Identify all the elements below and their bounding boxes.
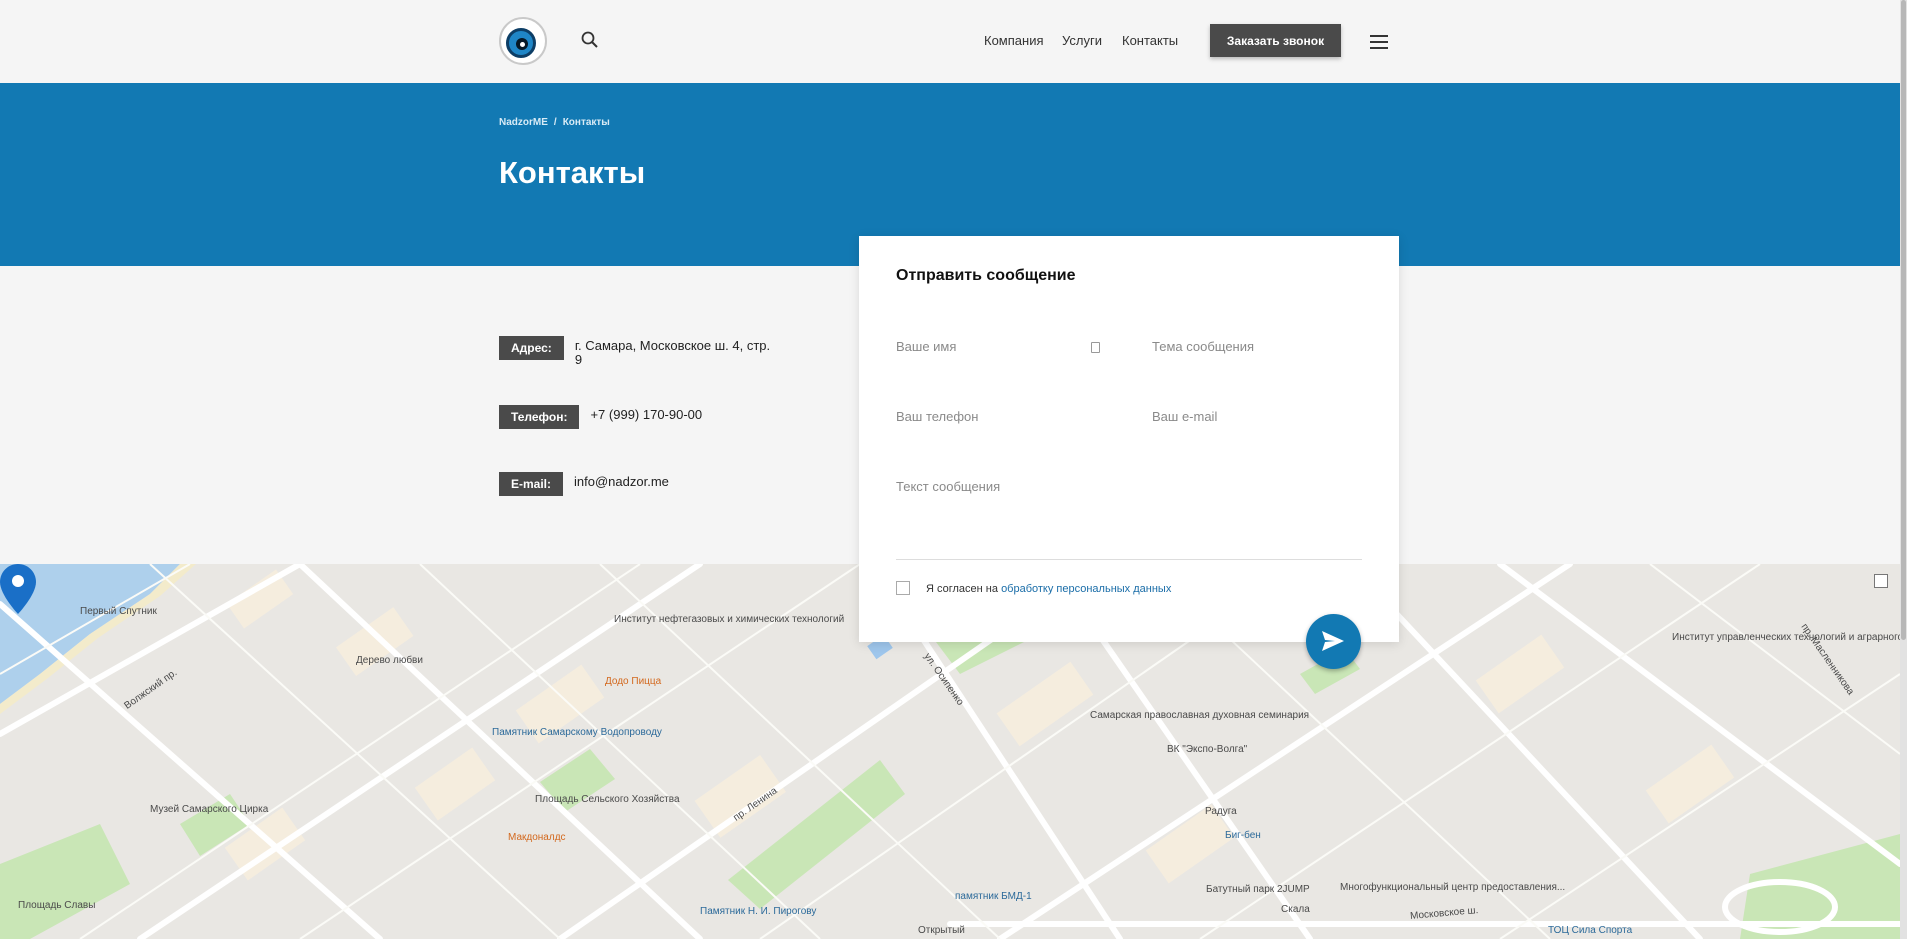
map-label-place: Площадь Славы bbox=[18, 900, 96, 911]
map-label-place: ВК "Экспо-Волга" bbox=[1167, 744, 1248, 755]
contact-email: E-mail: info@nadzor.me bbox=[499, 472, 669, 496]
map-pin-icon[interactable] bbox=[0, 564, 36, 614]
name-input[interactable]: Ваше имя bbox=[896, 339, 956, 354]
phone-label: Телефон: bbox=[499, 405, 580, 429]
map-label-place: Дерево любви bbox=[356, 655, 423, 666]
email-input[interactable]: Ваш e-mail bbox=[1152, 409, 1217, 424]
map-label-place: Памятник Н. И. Пирогову bbox=[700, 906, 817, 917]
nav-services[interactable]: Услуги bbox=[1062, 33, 1102, 48]
map-label-place: Музей Самарского Цирка bbox=[150, 804, 269, 815]
search-icon[interactable] bbox=[580, 30, 600, 50]
nav-company[interactable]: Компания bbox=[984, 33, 1044, 48]
map-label-place: Скала bbox=[1281, 904, 1310, 915]
consent-checkbox[interactable] bbox=[896, 581, 910, 595]
send-icon bbox=[1322, 631, 1344, 651]
map-label-place: Самарская православная духовная семинари… bbox=[1090, 710, 1310, 721]
autofill-key-icon[interactable] bbox=[1091, 342, 1100, 353]
order-callback-button[interactable]: Заказать звонок bbox=[1210, 24, 1341, 57]
address-value: г. Самара, Московское ш. 4, стр. 9 bbox=[574, 338, 771, 367]
breadcrumb-current: Контакты bbox=[562, 117, 610, 128]
email-value[interactable]: info@nadzor.me bbox=[574, 472, 669, 489]
send-message-button[interactable] bbox=[1306, 614, 1361, 669]
contact-phone: Телефон: +7 (999) 170-90-00 bbox=[499, 405, 702, 429]
map-label-place: Макдоналдс bbox=[508, 832, 566, 843]
privacy-policy-link[interactable]: обработку персональных данных bbox=[1001, 583, 1171, 595]
message-underline bbox=[896, 559, 1362, 560]
map-label-place: Институт нефтегазовых и химических техно… bbox=[614, 614, 845, 625]
consent-text: Я согласен на обработку персональных дан… bbox=[926, 583, 1172, 595]
phone-value[interactable]: +7 (999) 170-90-00 bbox=[590, 405, 702, 422]
map-label-place: Первый Спутник bbox=[80, 606, 157, 617]
contact-form: Отправить сообщение Ваше имя Тема сообще… bbox=[859, 236, 1399, 669]
breadcrumb-home[interactable]: NadzorME bbox=[499, 117, 548, 128]
phone-input[interactable]: Ваш телефон bbox=[896, 409, 978, 424]
map-label-place: Батутный парк 2JUMP bbox=[1206, 884, 1310, 895]
map-label-place: памятник БМД-1 bbox=[955, 891, 1032, 902]
email-label: E-mail: bbox=[499, 472, 564, 496]
hamburger-menu-icon[interactable] bbox=[1370, 35, 1388, 49]
breadcrumb: NadzorME / Контакты bbox=[499, 117, 610, 128]
map-label-place: Институт управленческих технологий и агр… bbox=[1672, 632, 1900, 643]
map-label-place: Площадь Сельского Хозяйства bbox=[535, 794, 680, 805]
page-scrollbar[interactable] bbox=[1900, 0, 1907, 939]
subject-input[interactable]: Тема сообщения bbox=[1152, 339, 1254, 354]
nav-contacts[interactable]: Контакты bbox=[1122, 33, 1178, 48]
form-title: Отправить сообщение bbox=[896, 267, 1076, 284]
logo-eye-icon[interactable] bbox=[499, 17, 547, 65]
map-label-place: Биг-бен bbox=[1225, 830, 1261, 841]
map-label-place: ТОЦ Сила Спорта bbox=[1548, 925, 1633, 936]
fullscreen-icon[interactable] bbox=[1874, 574, 1888, 588]
site-header: Компания Услуги Контакты Заказать звонок bbox=[0, 0, 1900, 83]
map-label-place: Додо Пицца bbox=[605, 676, 662, 687]
page-title: Контакты bbox=[499, 155, 646, 190]
map-label-place: Многофункциональный центр предоставления… bbox=[1340, 882, 1566, 893]
map-label-place: Открытый bbox=[918, 925, 965, 936]
address-label: Адрес: bbox=[499, 336, 564, 360]
map-label-place: Радуга bbox=[1205, 806, 1237, 817]
map-label-place: Памятник Самарскому Водопроводу bbox=[492, 727, 662, 738]
contact-address: Адрес: г. Самара, Московское ш. 4, стр. … bbox=[499, 336, 775, 367]
message-textarea[interactable]: Текст сообщения bbox=[896, 479, 1000, 494]
